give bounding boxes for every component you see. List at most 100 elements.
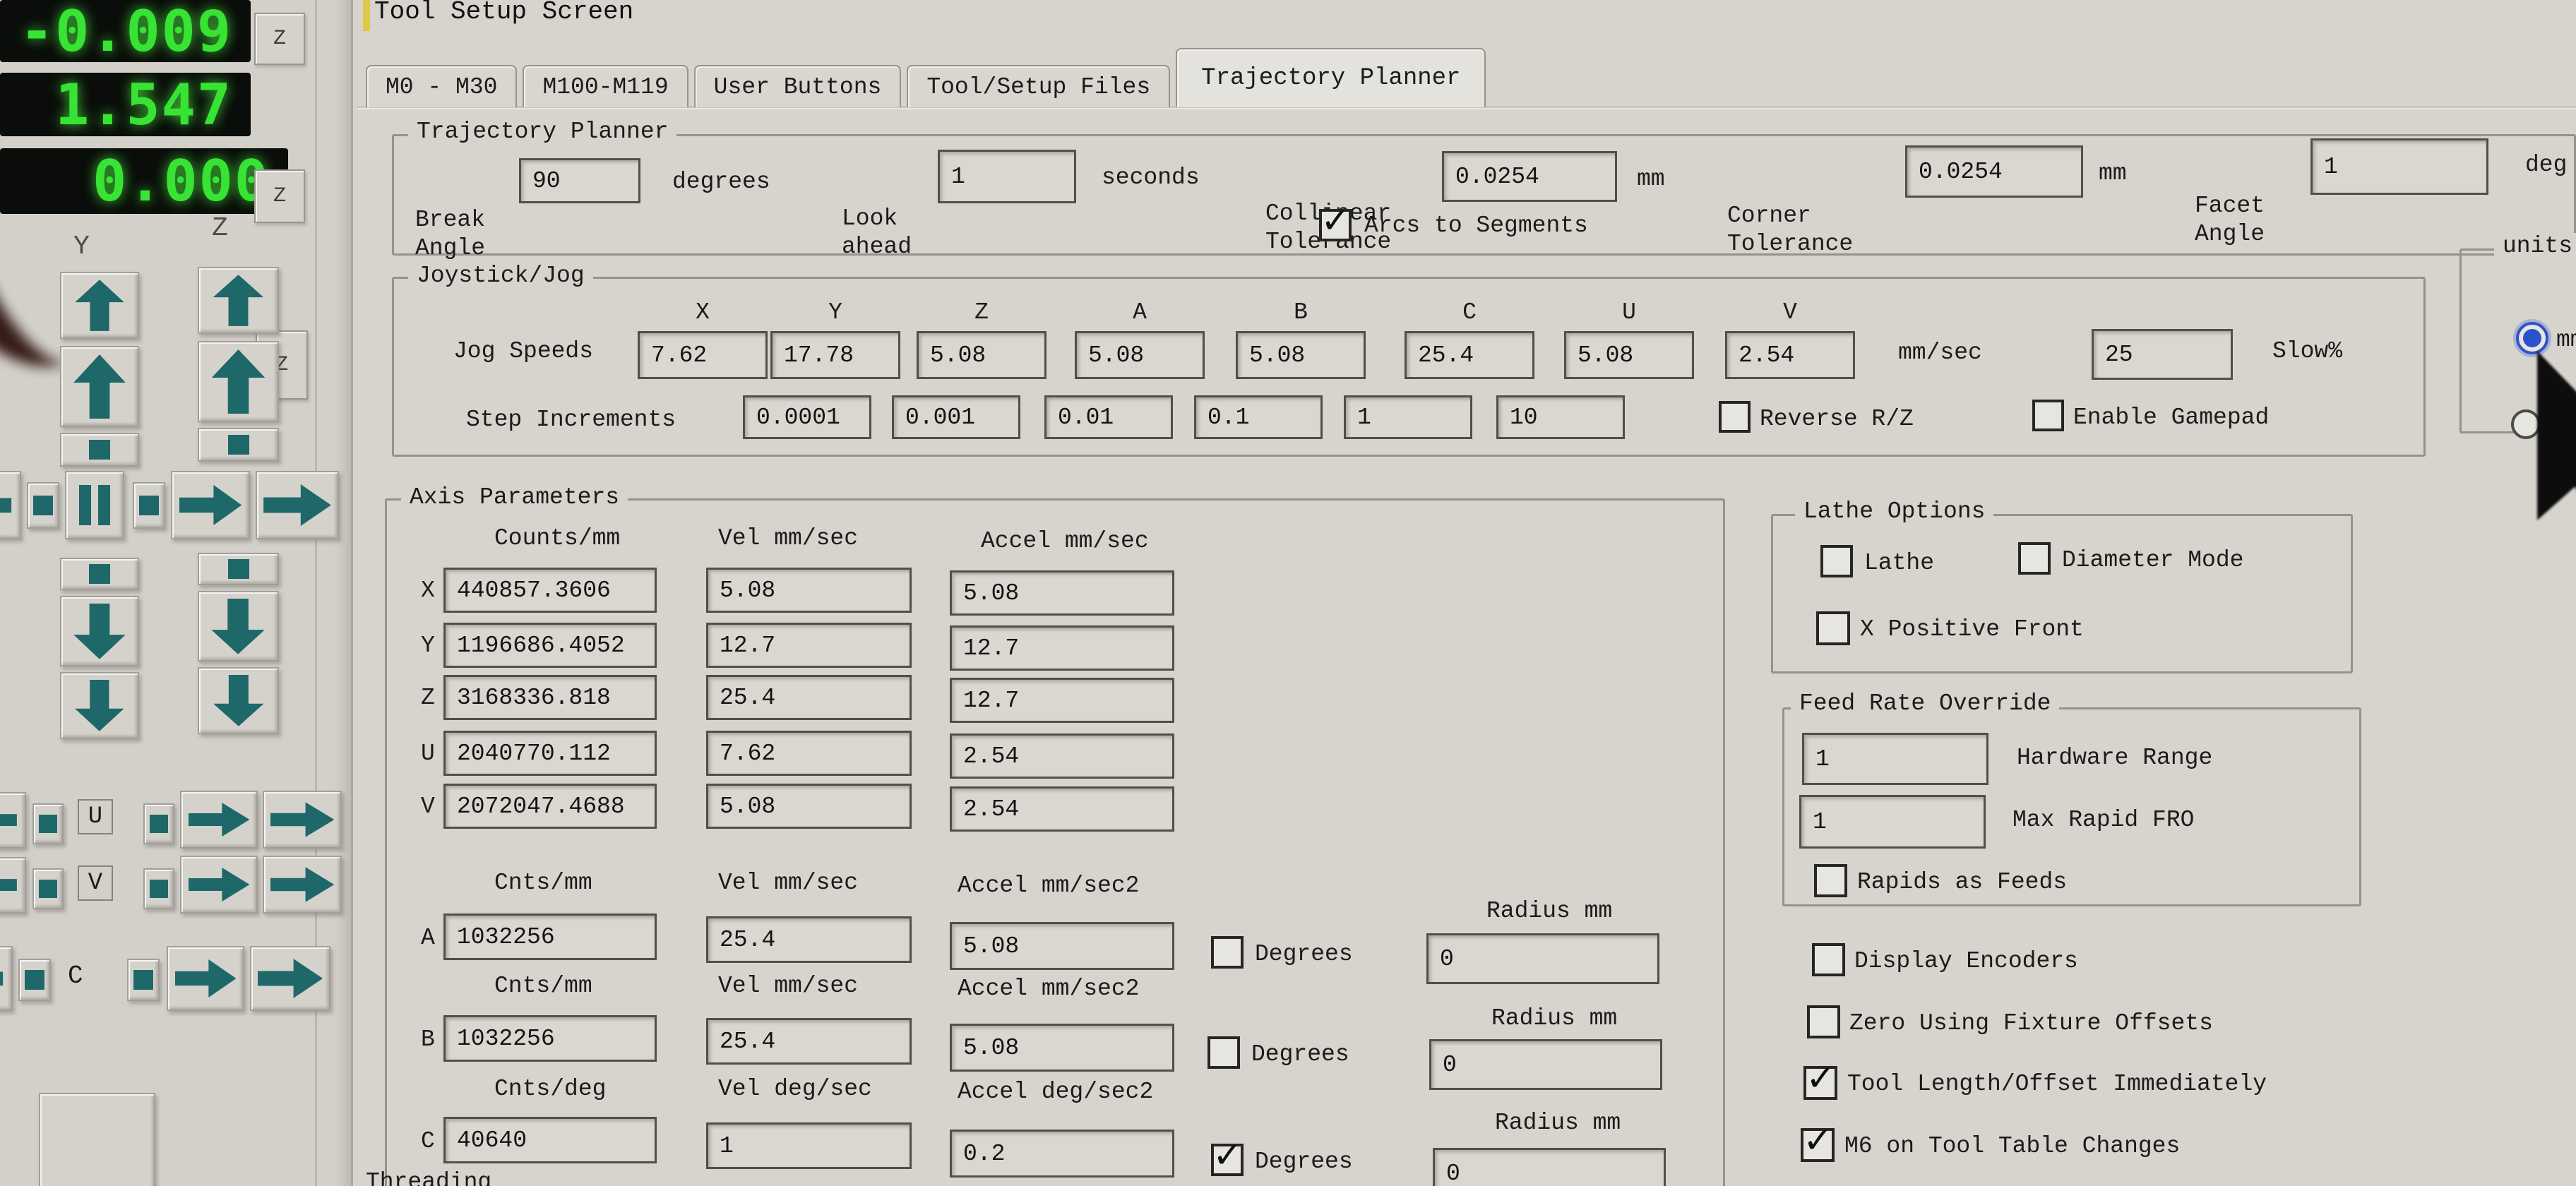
corner-tolerance-input[interactable]: 0.0254 [1905,145,2083,198]
z-counts-input[interactable]: 3168336.818 [443,675,657,720]
v-accel-input[interactable]: 2.54 [950,786,1174,832]
b-degrees-checkbox[interactable] [1208,1036,1240,1069]
y-vel-input[interactable]: 12.7 [706,623,912,668]
lathe-checkbox[interactable] [1820,545,1853,577]
jog-speed-c-input[interactable]: 25.4 [1405,331,1534,379]
u-accel-input[interactable]: 2.54 [950,733,1174,779]
jog-c-plus-step-button[interactable] [127,959,160,1001]
x-accel-input[interactable]: 5.08 [950,570,1174,616]
tab-tool-setup-files[interactable]: Tool/Setup Files [907,65,1170,107]
a-counts-input[interactable]: 1032256 [443,914,657,960]
v-vel-input[interactable]: 5.08 [706,784,912,829]
jog-speed-u-input[interactable]: 5.08 [1564,331,1694,379]
tab-m0-m30[interactable]: M0 - M30 [366,65,517,107]
jog-c-minus-fast-button[interactable] [0,946,13,1011]
jog-z-plus-slow-button[interactable] [198,341,279,422]
m6-on-tool-table-changes-checkbox[interactable] [1801,1128,1835,1162]
zero-axis-2-button[interactable]: Z [254,169,305,223]
jog-pause-button[interactable] [65,471,124,539]
x-counts-input[interactable]: 440857.3606 [443,568,657,613]
jog-u-plus-fast-button[interactable] [263,791,342,849]
jog-y-minus-slow-button[interactable] [60,596,139,666]
facet-angle-input[interactable]: 1 [2310,138,2488,195]
x-vel-input[interactable]: 5.08 [706,568,912,613]
enable-gamepad-checkbox[interactable] [2032,400,2064,431]
c-counts-input[interactable]: 40640 [443,1117,657,1163]
look-ahead-input[interactable]: 1 [938,150,1076,203]
jog-x-plus-slow-button[interactable] [171,471,250,539]
jog-extra-button[interactable] [39,1093,155,1186]
b-counts-input[interactable]: 1032256 [443,1015,657,1062]
jog-u-plus-slow-button[interactable] [180,791,258,849]
jog-v-plus-slow-button[interactable] [180,856,258,914]
c-accel-input[interactable]: 0.2 [950,1130,1174,1178]
zero-axis-1-button[interactable]: Z [254,13,305,65]
step-increment-1-input[interactable]: 0.0001 [743,395,871,439]
a-accel-input[interactable]: 5.08 [950,922,1174,970]
u-vel-input[interactable]: 7.62 [706,731,912,776]
step-increment-2-input[interactable]: 0.001 [892,395,1020,439]
jog-y-plus-step-button[interactable] [60,433,139,467]
jog-u-plus-step-button[interactable] [143,803,174,844]
hardware-range-input[interactable]: 1 [1802,733,1988,785]
break-angle-input[interactable]: 90 [519,158,640,203]
jog-speed-b-input[interactable]: 5.08 [1236,331,1366,379]
zero-using-fixture-offsets-checkbox[interactable] [1807,1005,1840,1038]
jog-v-minus-step-button[interactable] [32,868,64,909]
diameter-mode-checkbox[interactable] [2018,542,2051,575]
jog-speed-z-input[interactable]: 5.08 [917,331,1046,379]
jog-speed-y-input[interactable]: 17.78 [770,331,900,379]
max-rapid-fro-input[interactable]: 1 [1799,795,1986,849]
jog-z-plus-step-button[interactable] [198,428,279,462]
jog-c-plus-fast-button[interactable] [250,946,330,1011]
jog-z-minus-fast-button[interactable] [198,667,279,734]
c-vel-input[interactable]: 1 [706,1122,912,1169]
jog-z-plus-fast-button[interactable] [198,267,279,334]
rapids-as-feeds-checkbox[interactable] [1814,864,1847,897]
y-accel-input[interactable]: 12.7 [950,625,1174,671]
c-radius-input[interactable]: 0 [1433,1148,1666,1186]
u-counts-input[interactable]: 2040770.112 [443,731,657,776]
reverse-rz-checkbox[interactable] [1719,401,1751,433]
c-degrees-checkbox[interactable] [1211,1144,1244,1176]
z-vel-input[interactable]: 25.4 [706,675,912,720]
step-increment-6-input[interactable]: 10 [1496,395,1625,439]
slow-percent-input[interactable]: 25 [2092,329,2233,380]
jog-x-plus-fast-button[interactable] [256,471,339,539]
z-accel-input[interactable]: 12.7 [950,678,1174,723]
b-vel-input[interactable]: 25.4 [706,1018,912,1065]
jog-y-plus-fast-button[interactable] [60,272,139,339]
step-increment-4-input[interactable]: 0.1 [1194,395,1323,439]
arcs-to-segments-checkbox[interactable] [1319,209,1352,241]
jog-z-minus-slow-button[interactable] [198,591,279,661]
b-radius-input[interactable]: 0 [1429,1039,1662,1090]
display-encoders-checkbox[interactable] [1812,943,1845,976]
jog-x-plus-step-button[interactable] [133,482,165,529]
jog-y-minus-step-button[interactable] [60,558,139,590]
tool-length-offset-immediately-checkbox[interactable] [1803,1066,1837,1100]
a-degrees-checkbox[interactable] [1211,936,1244,969]
jog-v-plus-step-button[interactable] [143,868,174,909]
jog-x-minus-step-button[interactable] [27,482,59,529]
tab-user-buttons[interactable]: User Buttons [694,65,902,107]
jog-y-minus-fast-button[interactable] [60,672,139,739]
jog-u-minus-fast-button[interactable] [0,792,26,849]
collinear-tolerance-input[interactable]: 0.0254 [1442,151,1617,202]
a-radius-input[interactable]: 0 [1426,933,1659,984]
jog-speed-x-input[interactable]: 7.62 [638,331,768,379]
jog-y-plus-slow-button[interactable] [60,346,139,427]
y-counts-input[interactable]: 1196686.4052 [443,623,657,668]
b-accel-input[interactable]: 5.08 [950,1024,1174,1072]
jog-v-plus-fast-button[interactable] [263,856,342,914]
jog-c-plus-slow-button[interactable] [167,946,244,1011]
a-vel-input[interactable]: 25.4 [706,916,912,963]
x-positive-front-checkbox[interactable] [1816,611,1850,645]
jog-speed-a-input[interactable]: 5.08 [1075,331,1205,379]
step-increment-5-input[interactable]: 1 [1344,395,1472,439]
jog-v-minus-fast-button[interactable] [0,857,26,914]
v-counts-input[interactable]: 2072047.4688 [443,784,657,829]
jog-x-minus-fast-button[interactable] [0,471,21,539]
step-increment-3-input[interactable]: 0.01 [1044,395,1173,439]
tab-m100-m119[interactable]: M100-M119 [523,65,688,107]
jog-u-minus-step-button[interactable] [32,803,64,844]
